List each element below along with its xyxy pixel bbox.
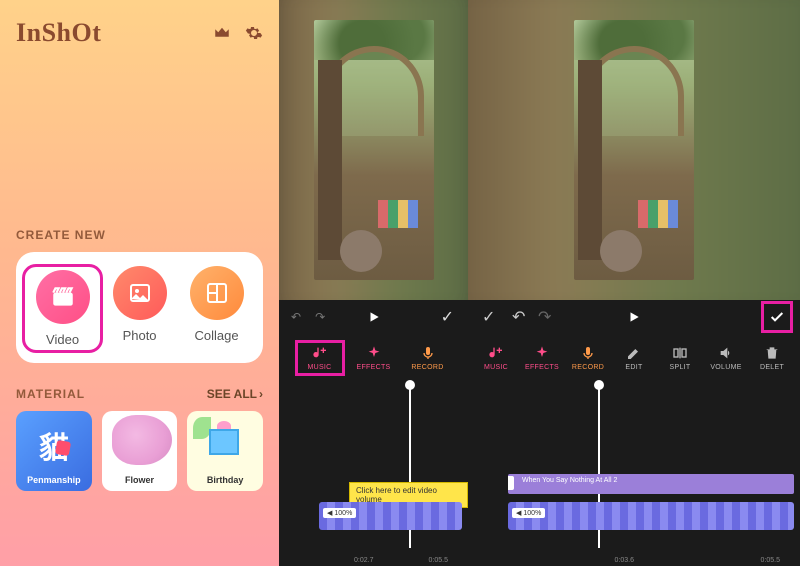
create-item-label: Collage bbox=[194, 328, 238, 343]
chevron-right-icon: › bbox=[259, 387, 263, 401]
redo-icon[interactable]: ↷ bbox=[315, 310, 325, 324]
create-item-label: Photo bbox=[123, 328, 157, 343]
brand-logo: InShOt bbox=[16, 18, 101, 48]
tool-label: VOLUME bbox=[710, 364, 741, 371]
gear-icon[interactable] bbox=[245, 24, 263, 42]
home-panel: InShOt CREATE NEW Video Photo Collage MATE… bbox=[0, 0, 279, 566]
music-plus-icon bbox=[312, 345, 328, 361]
create-video-button[interactable]: Video bbox=[24, 266, 101, 351]
tool-delet[interactable]: DELET bbox=[750, 345, 794, 371]
time-ruler: 0:03.60:05.5 bbox=[468, 557, 800, 564]
sparkle-icon bbox=[366, 345, 382, 361]
transport-row: ↶ ↷ ✓ bbox=[279, 300, 468, 334]
audio-clip[interactable]: When You Say Nothing At All 2 bbox=[508, 474, 794, 494]
editor-pane-after: ✓ ↶ ↷ MUSIC EFFECTS RECORD EDIT SPLIT VOLUME D… bbox=[468, 0, 800, 566]
sparkle-icon bbox=[534, 345, 550, 361]
material-penmanship[interactable]: 貓Penmanship bbox=[16, 411, 92, 491]
timeline[interactable]: When You Say Nothing At All 2 ◀ 100% 0:0… bbox=[468, 382, 800, 566]
tool-label: EDIT bbox=[625, 364, 642, 371]
music-plus-icon bbox=[488, 345, 504, 361]
tool-music[interactable]: MUSIC bbox=[298, 343, 342, 373]
material-birthday[interactable]: Birthday bbox=[187, 411, 263, 491]
see-all-button[interactable]: SEE ALL› bbox=[207, 387, 263, 401]
time-ruler: 0:02.70:05.5 bbox=[279, 557, 468, 564]
volume-badge: ◀ 100% bbox=[323, 508, 356, 518]
material-label: Birthday bbox=[207, 475, 244, 485]
mic-icon bbox=[580, 345, 596, 361]
material-label: Flower bbox=[125, 475, 154, 485]
create-collage-button[interactable]: Collage bbox=[178, 266, 255, 351]
split-icon bbox=[672, 345, 688, 361]
play-button[interactable] bbox=[627, 310, 641, 324]
volume-icon bbox=[718, 345, 734, 361]
collage-icon bbox=[190, 266, 244, 320]
transport-row: ✓ ↶ ↷ bbox=[468, 300, 800, 334]
video-clip[interactable]: ◀ 100% bbox=[508, 502, 794, 530]
crown-icon[interactable] bbox=[213, 24, 231, 42]
redo-icon[interactable]: ↷ bbox=[538, 307, 551, 327]
video-clip[interactable]: ◀ 100% bbox=[319, 502, 462, 530]
video-preview[interactable] bbox=[468, 0, 800, 300]
create-item-label: Video bbox=[46, 332, 79, 347]
tool-record[interactable]: RECORD bbox=[566, 345, 610, 371]
material-grid: 貓Penmanship Flower Birthday bbox=[16, 411, 263, 491]
tool-split[interactable]: SPLIT bbox=[658, 345, 702, 371]
image-icon bbox=[113, 266, 167, 320]
undo-icon[interactable]: ↶ bbox=[512, 307, 525, 327]
play-button[interactable] bbox=[367, 310, 381, 324]
tool-label: RECORD bbox=[411, 364, 443, 371]
mic-icon bbox=[420, 345, 436, 361]
tool-label: MUSIC bbox=[484, 364, 508, 371]
tool-label: DELET bbox=[760, 364, 784, 371]
trash-icon bbox=[764, 345, 780, 361]
check-icon[interactable]: ✓ bbox=[482, 307, 495, 327]
tool-record[interactable]: RECORD bbox=[406, 345, 450, 371]
volume-badge: ◀ 100% bbox=[512, 508, 545, 518]
toolbar: MUSIC EFFECTS RECORD bbox=[279, 334, 468, 382]
create-new-card: Video Photo Collage bbox=[16, 252, 263, 363]
create-new-header: CREATE NEW bbox=[16, 228, 263, 242]
tool-label: SPLIT bbox=[670, 364, 691, 371]
tool-edit[interactable]: EDIT bbox=[612, 345, 656, 371]
tool-label: RECORD bbox=[572, 364, 604, 371]
editor-pane-before: ↶ ↷ ✓ MUSIC EFFECTS RECORD Click here to ed… bbox=[279, 0, 468, 566]
undo-icon[interactable]: ↶ bbox=[291, 310, 301, 324]
pencil-icon bbox=[626, 345, 642, 361]
check-icon[interactable]: ✓ bbox=[441, 307, 454, 327]
tool-effects[interactable]: EFFECTS bbox=[520, 345, 564, 371]
material-header: MATERIAL bbox=[16, 387, 85, 401]
editor-area: ↶ ↷ ✓ MUSIC EFFECTS RECORD Click here to ed… bbox=[279, 0, 800, 566]
tool-label: EFFECTS bbox=[357, 364, 391, 371]
music-note-icon bbox=[508, 476, 514, 490]
toolbar: MUSIC EFFECTS RECORD EDIT SPLIT VOLUME DELET bbox=[468, 334, 800, 382]
confirm-button[interactable] bbox=[764, 304, 790, 330]
tool-label: EFFECTS bbox=[525, 364, 559, 371]
create-photo-button[interactable]: Photo bbox=[101, 266, 178, 351]
tool-volume[interactable]: VOLUME bbox=[704, 345, 748, 371]
material-flower[interactable]: Flower bbox=[102, 411, 178, 491]
clapper-icon bbox=[36, 270, 90, 324]
timeline[interactable]: Click here to edit video volume ◀ 100% 0… bbox=[279, 382, 468, 566]
material-label: Penmanship bbox=[27, 475, 81, 485]
tool-label: MUSIC bbox=[307, 364, 331, 371]
tool-effects[interactable]: EFFECTS bbox=[352, 345, 396, 371]
video-preview[interactable] bbox=[279, 0, 468, 300]
tool-music[interactable]: MUSIC bbox=[474, 345, 518, 371]
